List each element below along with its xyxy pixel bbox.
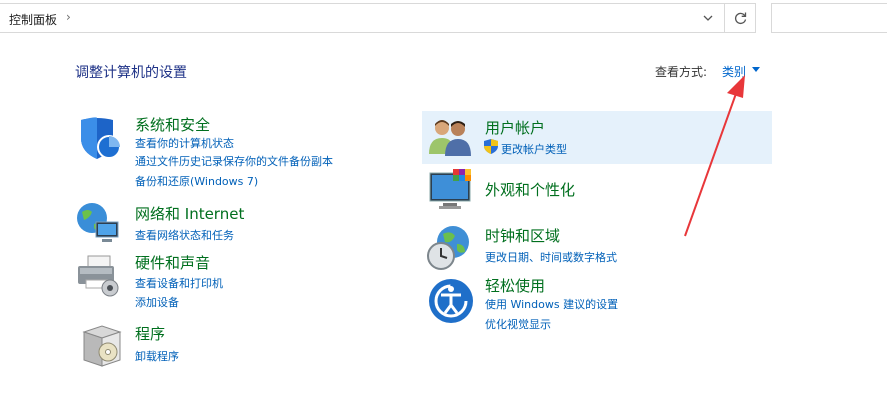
address-divider — [724, 4, 725, 32]
view-by-dropdown[interactable]: 类别 — [722, 63, 746, 80]
network-globe-icon[interactable] — [74, 200, 122, 248]
monitor-palette-icon[interactable] — [427, 167, 475, 215]
category-title-appearance[interactable]: 外观和个性化 — [485, 179, 575, 200]
program-disc-icon[interactable] — [78, 322, 126, 370]
link-devices-printers[interactable]: 查看设备和打印机 — [135, 275, 223, 291]
printer-icon[interactable] — [74, 252, 122, 300]
link-view-computer-status[interactable]: 查看你的计算机状态 — [135, 135, 234, 151]
category-title-clock-region[interactable]: 时钟和区域 — [485, 225, 560, 246]
refresh-icon[interactable] — [731, 8, 751, 28]
category-title-network[interactable]: 网络和 Internet — [135, 203, 244, 224]
address-dropdown-icon[interactable] — [697, 8, 719, 28]
link-add-device[interactable]: 添加设备 — [135, 294, 179, 310]
category-title-programs[interactable]: 程序 — [135, 323, 165, 344]
link-recommended-settings[interactable]: 使用 Windows 建议的设置 — [485, 296, 618, 312]
search-box[interactable] — [771, 3, 887, 33]
category-title-system-security[interactable]: 系统和安全 — [135, 114, 210, 135]
link-change-account-type[interactable]: 更改帐户类型 — [501, 141, 567, 157]
users-icon[interactable] — [427, 114, 475, 162]
clock-globe-icon[interactable] — [425, 224, 473, 272]
uac-shield-icon — [484, 139, 498, 154]
breadcrumb-control-panel[interactable]: 控制面板 — [9, 11, 57, 28]
link-uninstall-program[interactable]: 卸载程序 — [135, 348, 179, 364]
link-backup-restore[interactable]: 备份和还原(Windows 7) — [135, 173, 258, 189]
page-title: 调整计算机的设置 — [75, 65, 187, 81]
breadcrumb-separator[interactable]: › — [66, 10, 71, 24]
address-bar[interactable]: 控制面板 › — [0, 3, 756, 33]
link-change-date-time-format[interactable]: 更改日期、时间或数字格式 — [485, 249, 617, 265]
link-network-status[interactable]: 查看网络状态和任务 — [135, 227, 234, 243]
link-file-history[interactable]: 通过文件历史记录保存你的文件备份副本 — [135, 153, 333, 169]
category-title-user-accounts[interactable]: 用户帐户 — [485, 117, 545, 138]
ease-of-access-icon[interactable] — [427, 277, 475, 325]
category-title-ease-of-access[interactable]: 轻松使用 — [485, 275, 545, 296]
category-title-hardware-sound[interactable]: 硬件和声音 — [135, 252, 210, 273]
link-optimize-display[interactable]: 优化视觉显示 — [485, 316, 551, 332]
shield-icon[interactable] — [75, 114, 123, 162]
view-by-caret-icon[interactable] — [752, 67, 760, 72]
view-by-label: 查看方式: — [655, 65, 708, 79]
